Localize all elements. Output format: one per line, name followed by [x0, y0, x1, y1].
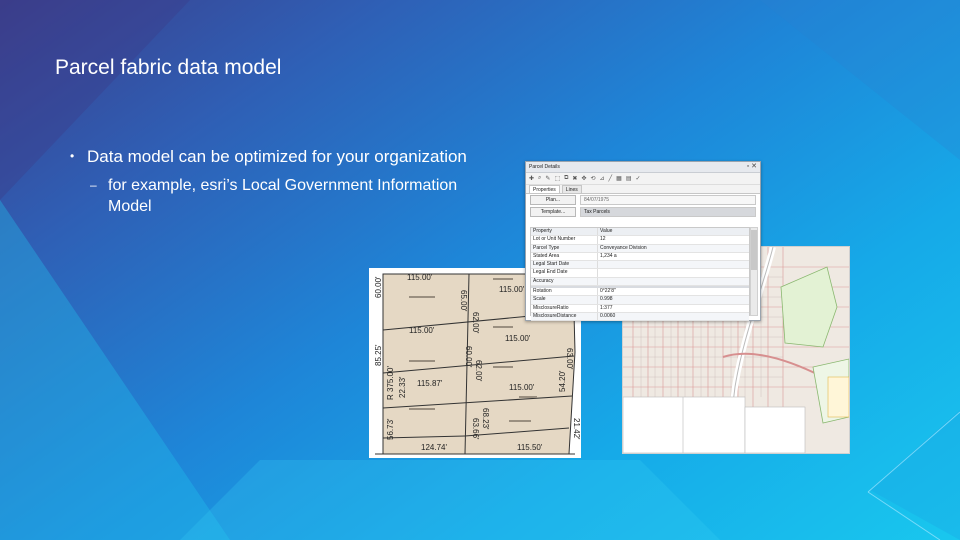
property-value[interactable]: 12: [598, 236, 749, 243]
dimension-label: 54.20': [558, 370, 567, 392]
dimension-label: 115.00': [509, 383, 535, 392]
property-name: Legal End Date: [531, 269, 598, 277]
grid-icon[interactable]: ▦: [616, 175, 622, 182]
plan-field[interactable]: 84/07/1975: [580, 195, 756, 205]
bullet-item: • Data model can be optimized for your o…: [70, 145, 470, 168]
property-value[interactable]: [598, 278, 749, 285]
edit-icon[interactable]: ✎: [545, 175, 550, 182]
check-icon[interactable]: ✓: [636, 175, 641, 182]
dimension-label: 56.73': [386, 418, 395, 440]
table-row[interactable]: Stated Area 1,234 a: [531, 252, 749, 262]
window-title: Parcel Details: [529, 164, 560, 170]
measure-icon[interactable]: ⊿: [600, 175, 605, 182]
property-name: Accuracy: [531, 277, 598, 286]
table-row[interactable]: MisclosureDistance 0.0060: [531, 312, 749, 322]
plan-row: Plan... 84/07/1975: [526, 194, 760, 206]
grid-header: Property Value: [531, 228, 749, 237]
dimension-label: 115.50': [517, 443, 543, 452]
grid-scrollbar[interactable]: [750, 227, 758, 316]
property-value[interactable]: 1,234 a: [598, 253, 749, 260]
window-toolbar: ✚ ⌕ ✎ ⬚ ⧉ ✖ ✥ ⟲ ⊿ ╱ ▦ ▤ ✓: [526, 173, 760, 185]
dimension-label: 65.00': [459, 290, 468, 312]
sub-bullet-text: for example, esri’s Local Government Inf…: [108, 177, 458, 215]
column-header-property: Property: [531, 228, 598, 236]
property-name: Scale: [531, 296, 598, 304]
bullet-marker: •: [70, 149, 75, 163]
line-icon[interactable]: ╱: [609, 175, 613, 182]
dimension-label: 62.00': [474, 360, 483, 382]
table-row[interactable]: Legal End Date: [531, 269, 749, 278]
dimension-label: 62.00': [471, 312, 480, 334]
slide-title: Parcel fabric data model: [55, 56, 282, 79]
property-value[interactable]: 0.998: [598, 296, 749, 303]
sub-bullet-marker: –: [90, 178, 97, 192]
dimension-label: R 375.00': [386, 366, 395, 400]
bullet-list: • Data model can be optimized for your o…: [70, 145, 470, 217]
template-button[interactable]: Template...: [530, 207, 576, 217]
property-name: Lot or Unit Number: [531, 236, 598, 244]
pan-icon[interactable]: ✥: [581, 175, 586, 182]
table-row[interactable]: MisclosureRatio 1:377: [531, 304, 749, 313]
add-icon[interactable]: ✚: [529, 175, 534, 182]
dimension-label: 124.74': [421, 443, 447, 452]
select-icon[interactable]: ⬚: [554, 175, 560, 182]
window-titlebar: Parcel Details ▫ ✕: [526, 162, 760, 173]
dimension-label: 60.00': [464, 346, 473, 368]
scrollbar-thumb[interactable]: [751, 230, 757, 270]
dimension-label: 115.00': [505, 334, 531, 343]
property-name: Legal Start Date: [531, 261, 598, 269]
copy-icon[interactable]: ⧉: [564, 175, 568, 182]
dimension-label: 115.00': [409, 326, 435, 335]
bullet-text: Data model can be optimized for your org…: [87, 147, 467, 166]
property-name: MisclosureRatio: [531, 304, 598, 312]
property-name: MisclosureDistance: [531, 312, 598, 321]
pin-icon[interactable]: ▫: [747, 163, 749, 170]
slide: Parcel fabric data model • Data model ca…: [0, 0, 960, 540]
dimension-label: 60.00': [374, 276, 383, 298]
template-row: Template... Tax Parcels: [526, 206, 760, 218]
sub-bullet-item: – for example, esri’s Local Government I…: [70, 175, 470, 217]
property-name: Stated Area: [531, 252, 598, 261]
dimension-label: 22.33': [398, 376, 407, 398]
dimension-label: 63.00': [565, 348, 574, 370]
window-controls: ▫ ✕: [747, 162, 757, 172]
table-row[interactable]: Legal Start Date: [531, 261, 749, 270]
window-body: Plan... 84/07/1975 Template... Tax Parce…: [526, 193, 760, 322]
template-field[interactable]: Tax Parcels: [580, 207, 756, 217]
property-value[interactable]: 1:377: [598, 305, 749, 312]
property-value[interactable]: 0.0060: [598, 313, 749, 320]
table-row[interactable]: Lot or Unit Number 12: [531, 236, 749, 245]
property-name: Parcel Type: [531, 244, 598, 252]
table-row[interactable]: Rotation 0°22'8": [531, 288, 749, 297]
property-grid: Property Value Lot or Unit Number 12 Par…: [530, 227, 750, 322]
dimension-label: 115.87': [417, 379, 443, 388]
dimension-label: 63.66': [471, 418, 480, 440]
dimension-label: 115.00': [407, 273, 433, 282]
property-value[interactable]: 0°22'8": [598, 288, 749, 295]
table-row[interactable]: Scale 0.998: [531, 296, 749, 305]
dimension-label: 68.23': [481, 408, 490, 430]
rotate-icon[interactable]: ⟲: [590, 175, 595, 182]
dimension-label: 21.42': [572, 418, 581, 440]
zoom-icon[interactable]: ⌕: [538, 175, 541, 182]
table-row[interactable]: Accuracy: [531, 277, 749, 287]
table-icon[interactable]: ▤: [626, 175, 632, 182]
property-value[interactable]: Conveyance Division: [598, 245, 749, 252]
parcel-details-window: Parcel Details ▫ ✕ ✚ ⌕ ✎ ⬚ ⧉ ✖ ✥ ⟲ ⊿ ╱ ▦…: [525, 161, 761, 322]
property-value[interactable]: [598, 261, 749, 268]
delete-icon[interactable]: ✖: [572, 175, 577, 182]
dimension-label: 85.25': [374, 344, 383, 366]
property-value[interactable]: [598, 269, 749, 276]
column-header-value: Value: [600, 228, 613, 234]
property-name: Rotation: [531, 288, 598, 296]
plan-button[interactable]: Plan...: [530, 195, 576, 205]
table-row[interactable]: Parcel Type Conveyance Division: [531, 244, 749, 253]
dimension-label: 115.00': [499, 285, 525, 294]
close-icon[interactable]: ✕: [751, 163, 757, 170]
